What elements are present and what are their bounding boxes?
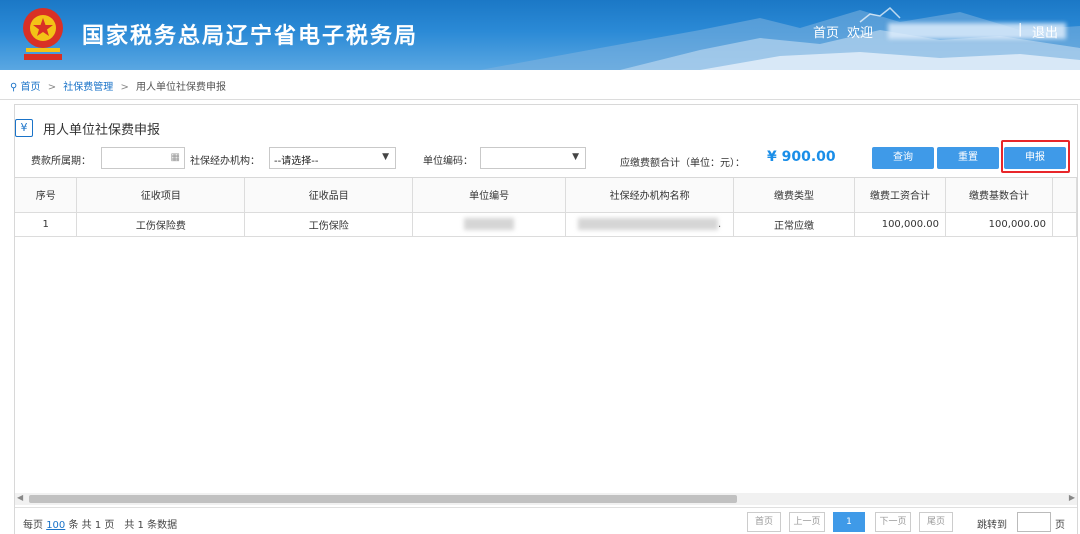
period-input[interactable]: ▦ bbox=[101, 147, 185, 169]
site-title: 国家税务总局辽宁省电子税务局 bbox=[82, 24, 419, 49]
column-header[interactable]: 社保经办机构名称 bbox=[565, 178, 735, 213]
page-size-link[interactable]: 100 bbox=[46, 520, 65, 531]
last-page-button[interactable]: 尾页 bbox=[919, 512, 953, 532]
cell-index: 1 bbox=[15, 212, 78, 237]
goto-page-input[interactable] bbox=[1017, 512, 1051, 532]
first-page-button[interactable]: 首页 bbox=[747, 512, 781, 532]
welcome-text: 欢迎 bbox=[847, 26, 874, 41]
redacted-unit-no bbox=[464, 218, 515, 230]
total-value: ¥ 900.00 bbox=[767, 149, 836, 165]
declaration-table: 序号 征收项目 征收品目 单位编号 社保经办机构名称 缴费类型 缴费工资合计 缴… bbox=[15, 177, 1077, 493]
period-label: 费款所属期： bbox=[31, 156, 91, 167]
prev-page-button[interactable]: 上一页 bbox=[789, 512, 825, 532]
agency-select[interactable]: --请选择-- ▼ bbox=[269, 147, 396, 169]
nav-separator: | bbox=[1018, 22, 1023, 37]
cell-base-total: 100,000.00 bbox=[945, 212, 1053, 237]
scroll-right-icon[interactable]: ▶ bbox=[1069, 493, 1075, 502]
column-header-spacer bbox=[1052, 178, 1077, 213]
per-page-prefix: 每页 bbox=[23, 520, 43, 531]
current-page-button[interactable]: 1 bbox=[833, 512, 865, 532]
filter-bar: 费款所属期： ▦ 社保经办机构： --请选择-- ▼ 单位编码： ▼ 应缴费额合… bbox=[15, 140, 1079, 173]
pagination-bar: 每页 100 条 共 1 页 共 1 条数据 首页 上一页 1 下一页 尾页 跳… bbox=[15, 507, 1077, 534]
chevron-down-icon: ▼ bbox=[382, 152, 389, 162]
unit-code-select[interactable]: ▼ bbox=[480, 147, 586, 169]
location-pin-icon: ⚲ bbox=[10, 82, 18, 93]
breadcrumb-current: 用人单位社保费申报 bbox=[136, 82, 227, 93]
query-button[interactable]: 查询 bbox=[872, 147, 934, 169]
breadcrumb-arrow: > bbox=[120, 82, 129, 93]
cell-wage-total: 100,000.00 bbox=[854, 212, 946, 237]
tax-form-icon: ¥ bbox=[15, 119, 33, 137]
breadcrumb-arrow: > bbox=[47, 82, 57, 93]
horizontal-scrollbar[interactable]: ◀ ▶ bbox=[15, 493, 1077, 505]
redacted-agency-name bbox=[578, 218, 719, 230]
next-page-button[interactable]: 下一页 bbox=[875, 512, 911, 532]
page-suffix: 页 bbox=[1055, 520, 1065, 531]
cell-unit-no bbox=[412, 212, 567, 237]
column-header[interactable]: 缴费类型 bbox=[733, 178, 855, 213]
site-header: 国家税务总局辽宁省电子税务局 首页 欢迎 | 退出 bbox=[0, 0, 1080, 70]
agency-label: 社保经办机构： bbox=[190, 156, 260, 167]
per-page-suffix: 条 共 1 页 共 1 条数据 bbox=[68, 520, 178, 531]
data-table: 序号 征收项目 征收品目 单位编号 社保经办机构名称 缴费类型 缴费工资合计 缴… bbox=[15, 178, 1077, 237]
scrollbar-thumb[interactable] bbox=[29, 495, 737, 503]
table-header-row: 序号 征收项目 征收品目 单位编号 社保经办机构名称 缴费类型 缴费工资合计 缴… bbox=[15, 178, 1077, 213]
cell-spacer bbox=[1052, 212, 1077, 237]
pagination-info: 每页 100 条 共 1 页 共 1 条数据 bbox=[23, 516, 177, 531]
breadcrumb-home[interactable]: 首页 bbox=[21, 82, 41, 93]
breadcrumb-section[interactable]: 社保费管理 bbox=[63, 82, 113, 93]
chevron-down-icon: ▼ bbox=[572, 152, 579, 162]
cell-agency: . bbox=[565, 212, 735, 237]
total-label: 应缴费额合计（单位：元）： bbox=[620, 158, 745, 169]
declare-button-highlight bbox=[1001, 140, 1070, 173]
cell-item: 工伤保险费 bbox=[76, 212, 246, 237]
page-title: 用人单位社保费申报 bbox=[43, 123, 161, 138]
agency-suffix-text: . bbox=[718, 219, 722, 230]
cell-pay-type: 正常应缴 bbox=[733, 212, 855, 237]
top-home-link[interactable]: 首页 bbox=[813, 22, 839, 41]
column-header[interactable]: 征收品目 bbox=[244, 178, 414, 213]
column-header[interactable]: 单位编号 bbox=[412, 178, 567, 213]
main-panel: ¥ 用人单位社保费申报 费款所属期： ▦ 社保经办机构： --请选择-- ▼ 单… bbox=[14, 104, 1078, 534]
column-header[interactable]: 缴费基数合计 bbox=[945, 178, 1053, 213]
agency-select-value: --请选择-- bbox=[274, 156, 319, 167]
goto-label: 跳转到 bbox=[977, 520, 1007, 531]
column-header[interactable]: 序号 bbox=[15, 178, 78, 213]
tax-emblem-icon bbox=[23, 8, 63, 60]
breadcrumb: ⚲ 首页 > 社保费管理 > 用人单位社保费申报 bbox=[0, 70, 1080, 100]
table-row[interactable]: 1 工伤保险费 工伤保险 . 正常应缴 100,000.00 100,000.0… bbox=[15, 212, 1077, 237]
cell-subitem: 工伤保险 bbox=[244, 212, 414, 237]
reset-button[interactable]: 重置 bbox=[937, 147, 999, 169]
column-header[interactable]: 征收项目 bbox=[76, 178, 246, 213]
scroll-left-icon[interactable]: ◀ bbox=[17, 493, 23, 502]
unit-code-label: 单位编码： bbox=[423, 156, 473, 167]
calendar-icon[interactable]: ▦ bbox=[171, 152, 180, 163]
column-header[interactable]: 缴费工资合计 bbox=[854, 178, 946, 213]
logout-link[interactable]: 退出 bbox=[1032, 22, 1058, 41]
